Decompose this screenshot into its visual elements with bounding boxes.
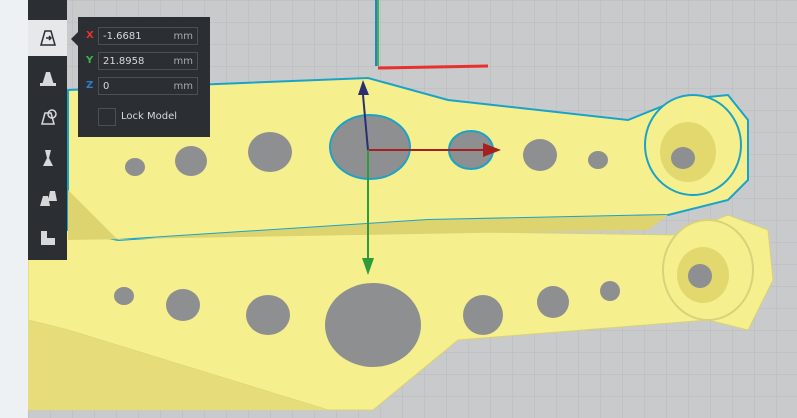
per-model-settings-tool-button[interactable] (28, 180, 67, 216)
x-axis-label: X (86, 30, 94, 41)
y-coordinate-unit: mm (173, 56, 193, 67)
mirror-tool-button[interactable] (28, 140, 67, 176)
lock-model-row[interactable]: Lock Model (98, 108, 208, 128)
rotate-icon (40, 109, 57, 125)
y-coordinate-input[interactable]: 21.8958 mm (98, 52, 198, 70)
z-coordinate-value: 0 (103, 81, 110, 92)
scale-icon (39, 72, 56, 86)
x-coordinate-unit: mm (173, 31, 193, 42)
mirror-icon (42, 150, 53, 166)
support-blocker-tool-button[interactable] (28, 220, 67, 256)
y-coordinate-row: Y 21.8958 mm (78, 52, 210, 72)
x-coordinate-value: -1.6681 (103, 31, 142, 42)
y-axis-label: Y (86, 55, 94, 66)
window-margin (0, 0, 28, 418)
move-panel: X -1.6681 mm Y 21.8958 mm Z 0 mm Lock Mo… (78, 17, 210, 137)
y-coordinate-value: 21.8958 (103, 56, 145, 67)
z-coordinate-unit: mm (173, 81, 193, 92)
scale-tool-button[interactable] (28, 60, 67, 96)
support-blocker-icon (40, 231, 55, 245)
per-model-settings-icon (39, 191, 57, 206)
rotate-tool-button[interactable] (28, 100, 67, 136)
move-icon (39, 30, 56, 46)
move-tool-button[interactable] (28, 20, 67, 56)
z-axis-label: Z (86, 80, 94, 91)
tool-sidebar (28, 0, 67, 260)
z-coordinate-row: Z 0 mm (78, 77, 210, 97)
z-coordinate-input[interactable]: 0 mm (98, 77, 198, 95)
x-coordinate-input[interactable]: -1.6681 mm (98, 27, 198, 45)
lock-model-label: Lock Model (121, 111, 178, 122)
x-coordinate-row: X -1.6681 mm (78, 27, 210, 47)
panel-pointer (71, 32, 78, 46)
lock-model-checkbox[interactable] (98, 108, 116, 126)
